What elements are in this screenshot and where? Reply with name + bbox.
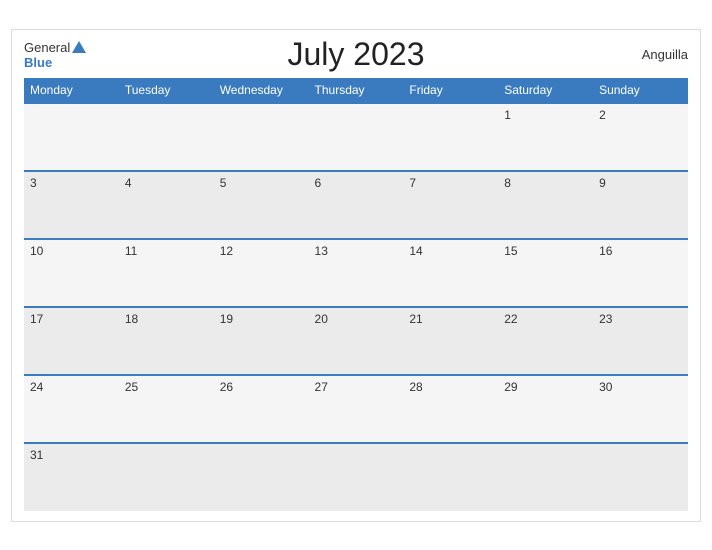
calendar-cell: 8 — [498, 171, 593, 239]
calendar-cell: 6 — [309, 171, 404, 239]
day-number: 18 — [125, 312, 138, 326]
calendar-cell: 7 — [403, 171, 498, 239]
day-number: 1 — [504, 108, 511, 122]
day-number: 25 — [125, 380, 138, 394]
calendar-cell — [119, 443, 214, 511]
calendar-cell: 16 — [593, 239, 688, 307]
day-number: 11 — [125, 244, 137, 258]
calendar-cell: 9 — [593, 171, 688, 239]
calendar-cell: 29 — [498, 375, 593, 443]
calendar-cell: 17 — [24, 307, 119, 375]
weekday-header-row: MondayTuesdayWednesdayThursdayFridaySatu… — [24, 78, 688, 103]
calendar-cell: 5 — [214, 171, 309, 239]
calendar-cell: 18 — [119, 307, 214, 375]
calendar-cell: 11 — [119, 239, 214, 307]
weekday-header-friday: Friday — [403, 78, 498, 103]
calendar-cell — [24, 103, 119, 171]
calendar-cell — [309, 443, 404, 511]
calendar-cell: 3 — [24, 171, 119, 239]
day-number: 10 — [30, 244, 43, 258]
calendar-cell — [214, 103, 309, 171]
calendar-week-row: 10 11 12 13 14 15 16 — [24, 239, 688, 307]
calendar-cell — [403, 443, 498, 511]
calendar-cell: 24 — [24, 375, 119, 443]
logo-blue-text: Blue — [24, 55, 52, 70]
day-number: 26 — [220, 380, 233, 394]
calendar-cell: 13 — [309, 239, 404, 307]
calendar-cell: 30 — [593, 375, 688, 443]
calendar-cell: 15 — [498, 239, 593, 307]
day-number: 2 — [599, 108, 606, 122]
weekday-header-monday: Monday — [24, 78, 119, 103]
calendar-grid: MondayTuesdayWednesdayThursdayFridaySatu… — [24, 78, 688, 511]
weekday-header-tuesday: Tuesday — [119, 78, 214, 103]
calendar-cell: 28 — [403, 375, 498, 443]
calendar-cell: 31 — [24, 443, 119, 511]
day-number: 30 — [599, 380, 612, 394]
calendar-cell: 14 — [403, 239, 498, 307]
day-number: 16 — [599, 244, 612, 258]
day-number: 4 — [125, 176, 132, 190]
day-number: 28 — [409, 380, 422, 394]
day-number: 29 — [504, 380, 517, 394]
calendar-week-row: 12 — [24, 103, 688, 171]
day-number: 3 — [30, 176, 37, 190]
calendar-cell: 20 — [309, 307, 404, 375]
weekday-header-saturday: Saturday — [498, 78, 593, 103]
calendar-cell: 4 — [119, 171, 214, 239]
day-number: 5 — [220, 176, 227, 190]
day-number: 24 — [30, 380, 43, 394]
calendar-cell: 1 — [498, 103, 593, 171]
logo-triangle-icon — [72, 41, 86, 53]
calendar-cell: 10 — [24, 239, 119, 307]
country-label: Anguilla — [642, 47, 688, 62]
calendar-cell — [119, 103, 214, 171]
day-number: 9 — [599, 176, 606, 190]
weekday-header-wednesday: Wednesday — [214, 78, 309, 103]
day-number: 22 — [504, 312, 517, 326]
calendar-cell: 26 — [214, 375, 309, 443]
calendar-cell: 19 — [214, 307, 309, 375]
day-number: 7 — [409, 176, 416, 190]
day-number: 8 — [504, 176, 511, 190]
calendar-cell — [498, 443, 593, 511]
calendar-week-row: 24 25 26 27 28 29 30 — [24, 375, 688, 443]
calendar-cell: 2 — [593, 103, 688, 171]
logo-area: General Blue — [24, 40, 86, 70]
day-number: 6 — [315, 176, 322, 190]
day-number: 13 — [315, 244, 328, 258]
calendar-cell — [403, 103, 498, 171]
calendar-cell: 27 — [309, 375, 404, 443]
day-number: 15 — [504, 244, 517, 258]
calendar-cell: 25 — [119, 375, 214, 443]
calendar-cell — [593, 443, 688, 511]
day-number: 14 — [409, 244, 422, 258]
day-number: 12 — [220, 244, 233, 258]
day-number: 31 — [30, 448, 43, 462]
calendar-container: General Blue July 2023 Anguilla MondayTu… — [11, 29, 701, 522]
weekday-header-sunday: Sunday — [593, 78, 688, 103]
day-number: 17 — [30, 312, 43, 326]
calendar-cell: 12 — [214, 239, 309, 307]
calendar-week-row: 3 4 5 6 7 8 9 — [24, 171, 688, 239]
logo-row: General — [24, 40, 86, 55]
logo-general-text: General — [24, 40, 70, 55]
calendar-cell — [214, 443, 309, 511]
calendar-title: July 2023 — [288, 36, 425, 73]
day-number: 19 — [220, 312, 233, 326]
calendar-cell: 23 — [593, 307, 688, 375]
calendar-cell: 21 — [403, 307, 498, 375]
calendar-header: General Blue July 2023 Anguilla — [24, 40, 688, 70]
weekday-header-thursday: Thursday — [309, 78, 404, 103]
day-number: 23 — [599, 312, 612, 326]
calendar-week-row: 31 — [24, 443, 688, 511]
day-number: 27 — [315, 380, 328, 394]
day-number: 20 — [315, 312, 328, 326]
calendar-week-row: 17 18 19 20 21 22 23 — [24, 307, 688, 375]
calendar-cell — [309, 103, 404, 171]
day-number: 21 — [409, 312, 422, 326]
calendar-cell: 22 — [498, 307, 593, 375]
